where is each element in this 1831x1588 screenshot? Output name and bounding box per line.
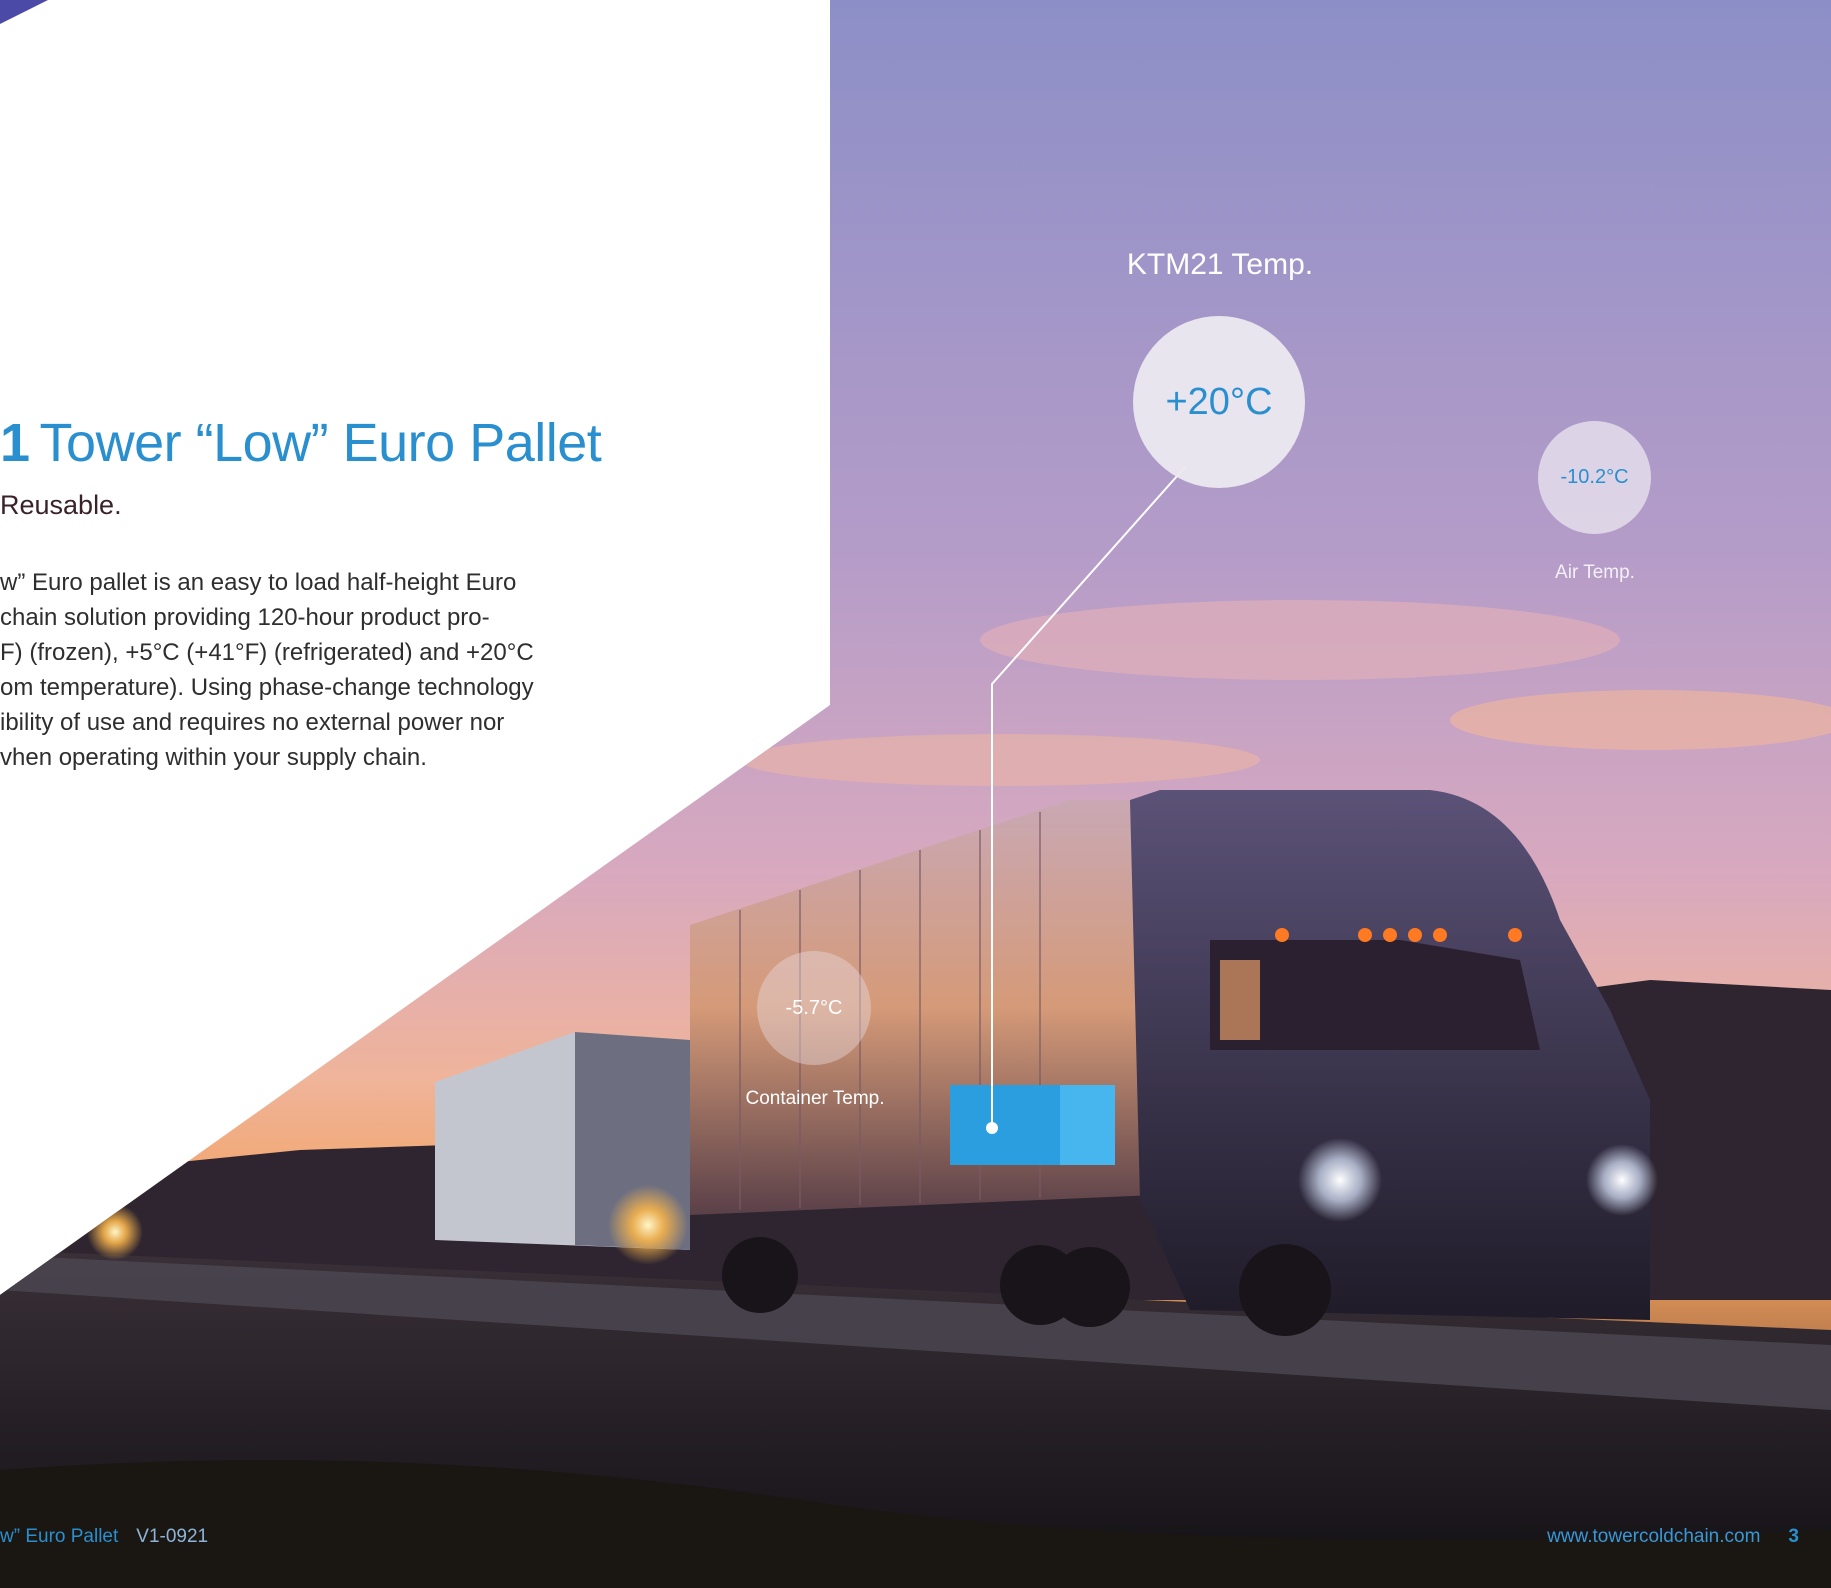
air-temp-value: -10.2°C (1560, 466, 1629, 488)
footer-version: V1-0921 (136, 1526, 209, 1547)
air-temp-bubble: -10.2°C (1538, 421, 1651, 534)
footer-url-link[interactable]: www.towercoldchain.com (1547, 1526, 1760, 1547)
body-paragraph: w” Euro pallet is an easy to load half-h… (0, 565, 534, 775)
ktm-temp-bubble: +20°C (1133, 316, 1305, 488)
title-text: Tower “Low” Euro Pallet (39, 413, 602, 473)
footer-left: w” Euro Pallet V1-0921 (0, 1526, 208, 1548)
ktm-temp-value: +20°C (1165, 380, 1273, 423)
air-temp-label: Air Temp. (1555, 562, 1635, 583)
title-number: 1 (0, 413, 30, 473)
body-line: ibility of use and requires no external … (0, 709, 505, 736)
ktm-temp-label: KTM21 Temp. (1126, 248, 1314, 281)
container-temp-bubble: -5.7°C (757, 951, 871, 1065)
body-line: chain solution providing 120-hour produc… (0, 604, 490, 631)
subtitle: Reusable. (0, 490, 122, 520)
page-title: 1 Tower “Low” Euro Pallet (0, 412, 602, 474)
container-temp-label: Container Temp. (745, 1088, 885, 1109)
body-line: vhen operating within your supply chain. (0, 744, 427, 771)
body-line: F) (frozen), +5°C (+41°F) (refrigerated)… (0, 639, 534, 666)
container-temp-value: -5.7°C (785, 996, 843, 1019)
footer-right: www.towercoldchain.com 3 (1547, 1526, 1799, 1548)
brochure-page: 1 Tower “Low” Euro Pallet Reusable. w” Eu… (0, 0, 1831, 1588)
footer-product-name: w” Euro Pallet (0, 1526, 119, 1547)
body-line: om temperature). Using phase-change tech… (0, 674, 534, 701)
truck-sunset-photo (0, 0, 1831, 1588)
body-line: w” Euro pallet is an easy to load half-h… (0, 569, 517, 596)
page-number: 3 (1788, 1526, 1799, 1547)
